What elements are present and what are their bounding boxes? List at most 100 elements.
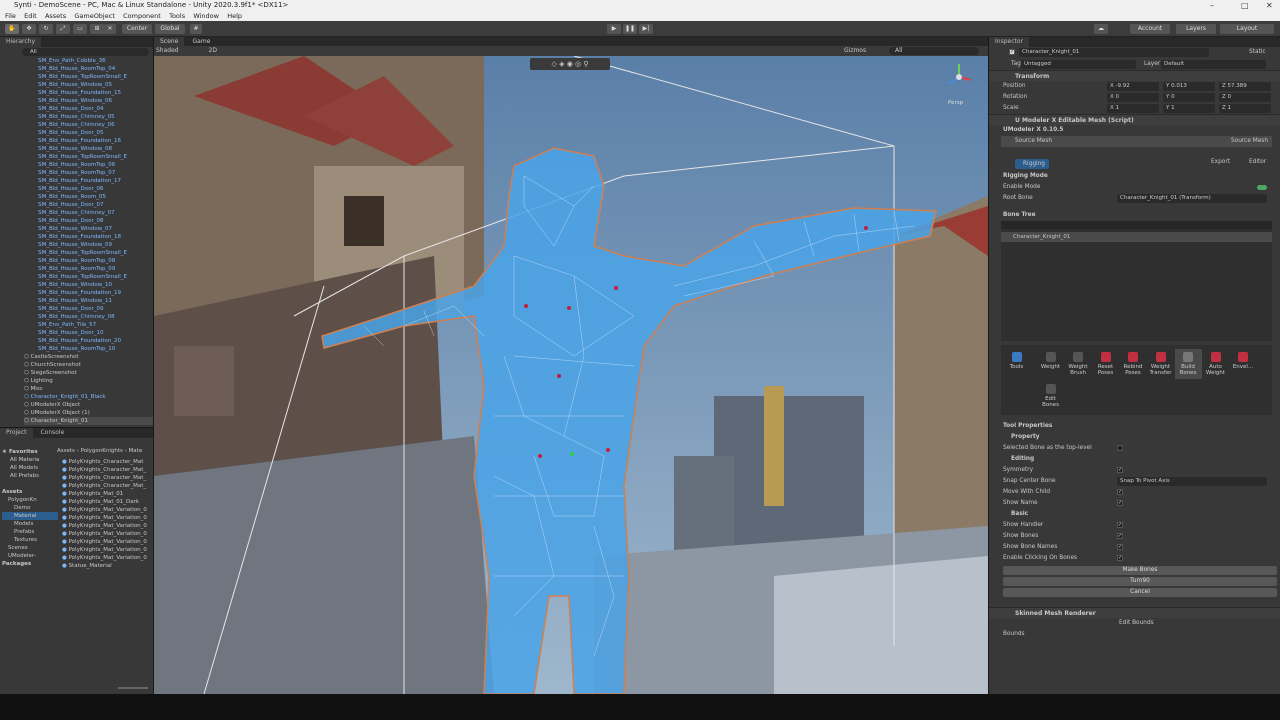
shading-dropdown[interactable]: Shaded — [156, 47, 179, 54]
tab-hierarchy[interactable]: Hierarchy — [0, 37, 42, 47]
source-mesh-button[interactable]: Source Mesh — [1231, 136, 1268, 147]
folder-item[interactable]: Demo — [2, 504, 58, 512]
transform-z-field[interactable]: Z 57.389 — [1219, 82, 1271, 91]
hierarchy-item[interactable]: SM_Bld_House_Room_05 — [38, 193, 153, 201]
hierarchy-item[interactable]: SM_Bld_House_TopRoomSmall_E — [38, 153, 153, 161]
snap-icon[interactable]: # — [190, 24, 202, 34]
asset-item[interactable]: ● PolyKnights_Mat_Variation_0 — [62, 546, 153, 554]
property-header[interactable]: Property — [989, 432, 1280, 443]
show-bones-checkbox[interactable]: ✓ — [1117, 533, 1123, 539]
tool-button[interactable]: Auto Weight — [1202, 349, 1229, 379]
hierarchy-item[interactable]: SM_Bld_House_Window_09 — [38, 241, 153, 249]
move-child-checkbox[interactable]: ✓ — [1117, 489, 1123, 495]
show-handler-checkbox[interactable]: ✓ — [1117, 522, 1123, 528]
hierarchy-item[interactable]: SM_Bld_House_RoomTop_07 — [38, 169, 153, 177]
menu-component[interactable]: Component — [123, 12, 161, 20]
menu-help[interactable]: Help — [227, 12, 242, 20]
tab-project[interactable]: Project — [0, 428, 33, 438]
hierarchy-item[interactable]: SM_Bld_House_Foundation_20 — [38, 337, 153, 345]
play-button[interactable]: ▶ — [607, 24, 621, 34]
tag-dropdown[interactable]: Untagged — [1021, 60, 1136, 69]
menu-window[interactable]: Window — [193, 12, 219, 20]
folder-item[interactable]: UModeler- — [2, 552, 58, 560]
hierarchy-item[interactable]: SM_Bld_House_Window_08 — [38, 145, 153, 153]
show-bone-names-checkbox[interactable]: ✓ — [1117, 544, 1123, 550]
folder-item[interactable]: Models — [2, 520, 58, 528]
asset-item[interactable]: ● PolyKnights_Character_Mat_ — [62, 482, 153, 490]
maximize-icon[interactable]: □ — [1241, 0, 1249, 11]
object-name-field[interactable]: Character_Knight_01 — [1019, 48, 1209, 57]
hierarchy-item[interactable]: SM_Env_Path_Cobble_36 — [38, 57, 153, 65]
tool-button[interactable]: Weight Brush — [1065, 349, 1092, 379]
editing-header[interactable]: Editing — [989, 454, 1280, 465]
tab-inspector[interactable]: Inspector — [989, 37, 1029, 47]
hierarchy-item[interactable]: SM_Bld_House_Chimney_06 — [38, 121, 153, 129]
hierarchy-group[interactable]: ⬡ UModelerX Object (1) — [24, 409, 153, 417]
hierarchy-item[interactable]: SM_Bld_House_Chimney_07 — [38, 209, 153, 217]
layers-dropdown[interactable]: Layers — [1176, 24, 1216, 34]
hierarchy-item[interactable]: SM_Bld_House_TopRoomSmall_E — [38, 249, 153, 257]
fav-item[interactable]: All Models — [2, 464, 58, 472]
hierarchy-item[interactable]: SM_Bld_House_Window_05 — [38, 81, 153, 89]
asset-item[interactable]: ● PolyKnights_Mat_Variation_0 — [62, 522, 153, 530]
hierarchy-item[interactable]: SM_Bld_House_RoomTop_06 — [38, 161, 153, 169]
tool-button[interactable]: Build Bones — [1174, 349, 1202, 379]
umodeler-component-header[interactable]: U Modeler X Editable Mesh (Script) — [989, 114, 1280, 125]
hierarchy-group[interactable]: ⬡ ChurchScreenshot — [24, 361, 153, 369]
hierarchy-item[interactable]: SM_Bld_House_RoomTop_08 — [38, 257, 153, 265]
cancel-button[interactable]: Cancel — [1003, 588, 1277, 597]
transform-x-field[interactable]: X 0 — [1107, 93, 1159, 102]
hierarchy-item[interactable]: SM_Bld_House_Foundation_15 — [38, 89, 153, 97]
enable-clicking-checkbox[interactable]: ✓ — [1117, 555, 1123, 561]
hierarchy-group[interactable]: ⬡ Character_Knight_01_Black — [24, 393, 153, 401]
zoom-slider[interactable] — [118, 687, 148, 689]
2d-toggle[interactable]: 2D — [209, 47, 217, 54]
pivot-toggle[interactable]: Center — [122, 24, 152, 34]
transform-x-field[interactable]: X -9.92 — [1107, 82, 1159, 91]
hierarchy-item[interactable]: SM_Bld_House_Door_10 — [38, 329, 153, 337]
transform-y-field[interactable]: Y 0 — [1163, 93, 1215, 102]
hierarchy-group[interactable]: ⬡ CastleScreenshot — [24, 353, 153, 361]
show-name-checkbox[interactable]: ✓ — [1117, 500, 1123, 506]
tool-button[interactable]: Weight — [1037, 349, 1064, 379]
packages-header[interactable]: Packages — [2, 560, 58, 568]
step-button[interactable]: ▶| — [639, 24, 653, 34]
selected-bone-checkbox[interactable] — [1117, 445, 1123, 451]
hierarchy-item[interactable]: SM_Bld_House_Foundation_18 — [38, 233, 153, 241]
hierarchy-item[interactable]: SM_Bld_House_Door_07 — [38, 201, 153, 209]
asset-item[interactable]: ● PolyKnights_Character_Mat_ — [62, 466, 153, 474]
menu-edit[interactable]: Edit — [24, 12, 37, 20]
turn90-button[interactable]: Turn90 — [1003, 577, 1277, 586]
hierarchy-group[interactable]: ⬡ Misc — [24, 385, 153, 393]
hierarchy-item[interactable]: SM_Bld_House_Door_04 — [38, 105, 153, 113]
hierarchy-item[interactable]: SM_Bld_House_RoomTop_04 — [38, 65, 153, 73]
enable-mode-toggle[interactable] — [1257, 185, 1267, 190]
asset-item[interactable]: ● Statue_Material — [62, 562, 153, 570]
export-button[interactable]: Export — [1211, 157, 1230, 168]
hierarchy-item[interactable]: SM_Bld_House_Chimney_08 — [38, 313, 153, 321]
hierarchy-item[interactable]: SM_Bld_House_TopRoomSmall_E — [38, 273, 153, 281]
transform-y-field[interactable]: Y 0.013 — [1163, 82, 1215, 91]
transform-header[interactable]: Transform — [989, 70, 1280, 81]
menu-tools[interactable]: Tools — [169, 12, 185, 20]
hierarchy-search[interactable]: All — [22, 48, 149, 56]
folder-item[interactable]: Scenes — [2, 544, 58, 552]
hand-tool-icon[interactable]: ✋ — [5, 24, 19, 34]
scene-viewport[interactable]: ◇ ◈ ◉ ◎ ⚲ Persp — [154, 56, 988, 694]
transform-tool-icon[interactable]: ⊞ — [90, 24, 104, 34]
hierarchy-item[interactable]: SM_Bld_House_Window_06 — [38, 97, 153, 105]
active-checkbox[interactable]: ✓ — [1009, 49, 1015, 55]
symmetry-checkbox[interactable]: ✓ — [1117, 467, 1123, 473]
edit-bounds-button[interactable]: Edit Bounds — [989, 618, 1280, 629]
rigging-tab[interactable]: Rigging — [1015, 159, 1049, 169]
character-mesh[interactable] — [154, 56, 988, 694]
asset-item[interactable]: ● PolyKnights_Character_Mat_ — [62, 474, 153, 482]
rect-tool-icon[interactable]: ▭ — [73, 24, 87, 34]
hierarchy-item[interactable]: SM_Env_Path_Tile_57 — [38, 321, 153, 329]
asset-item[interactable]: ● PolyKnights_Mat_01 — [62, 490, 153, 498]
hierarchy-item[interactable]: SM_Bld_House_Door_09 — [38, 305, 153, 313]
skinned-mesh-header[interactable]: Skinned Mesh Renderer — [989, 607, 1280, 618]
hierarchy-group[interactable]: ⬡ Character_Knight_01 — [24, 417, 153, 425]
assets-header[interactable]: Assets — [2, 488, 58, 496]
pause-button[interactable]: ❚❚ — [623, 24, 637, 34]
